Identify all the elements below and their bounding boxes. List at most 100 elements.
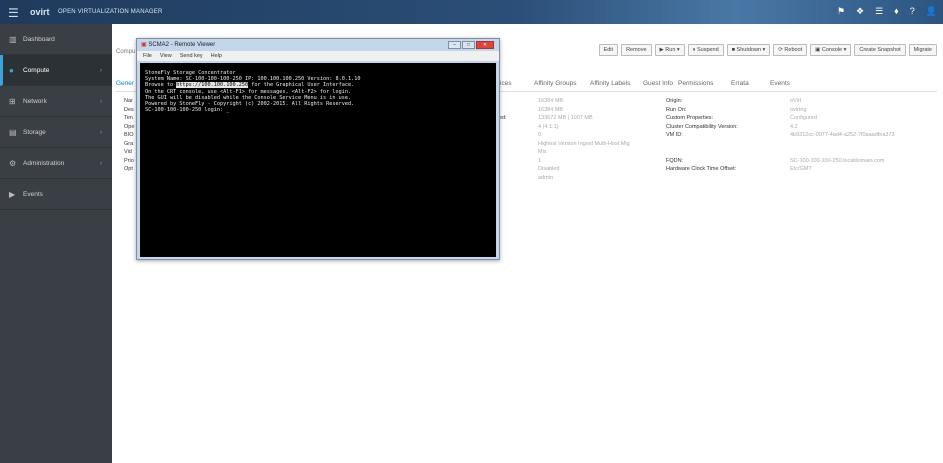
breadcrumb[interactable]: Compu — [116, 49, 135, 55]
detail-label: Cluster Compatibility Version: — [666, 123, 738, 130]
tab-affinity-groups[interactable]: Affinity Groups — [534, 80, 577, 87]
sidebar-item-label: Network — [23, 97, 47, 105]
detail-label: Origin: — [666, 98, 683, 104]
detail-value: SC-100-100-100-250.localdomain.com — [790, 157, 885, 164]
detail-value: 16384 MB — [538, 106, 564, 113]
action-button[interactable]: Remove — [621, 44, 652, 56]
menu-send-key[interactable]: Send key — [180, 53, 203, 59]
general-right-values: oVirt ovirtng Configured 4.2 4b9312cc-0077-4… — [790, 98, 895, 175]
detail-value: oVirt — [790, 98, 802, 104]
tab-gener[interactable]: Gener — [116, 80, 134, 87]
product-name: OPEN VIRTUALIZATION MANAGER — [58, 9, 163, 15]
administration-icon: ⚙ — [9, 158, 17, 168]
detail-value: 133672 MB | 1007 MB — [538, 115, 593, 121]
detail-value: Disabled — [538, 166, 560, 172]
detail-label: Run On: — [666, 106, 687, 113]
general-right-labels: Origin: Run On: Custom Properties: Cluster … — [666, 98, 738, 175]
menu-view[interactable]: View — [160, 53, 172, 59]
detail-label: Ten — [124, 115, 133, 121]
network-icon: ⊞ — [9, 96, 16, 106]
detail-label: Custom Properties: — [666, 115, 714, 121]
detail-label: Prio — [124, 157, 134, 164]
detail-label: Des — [124, 106, 134, 113]
hamburger-menu-icon[interactable]: ☰ — [8, 6, 19, 20]
detail-value: Highest Version Ingest Multi-Host Mig — [538, 140, 630, 147]
window-title: ▣ SCMA2 - Remote Viewer — [141, 42, 216, 48]
action-button[interactable]: Edit — [598, 44, 619, 56]
minimize-button[interactable]: – — [448, 41, 461, 49]
sidebar-item-administration[interactable]: ⚙ Administration › — [0, 148, 112, 179]
topbar-icons: ⚑ ❖ ☰ ♦? 👤 — [837, 6, 937, 17]
detail-label: Hardware Clock Time Offset: — [666, 166, 737, 172]
detail-label: Opt — [124, 166, 133, 172]
detail-value: 16384 MB — [538, 98, 564, 104]
detail-label — [666, 141, 738, 150]
chevron-right-icon: › — [99, 128, 102, 136]
action-button[interactable]: ■ Shutdown ▾ — [726, 44, 771, 56]
chevron-right-icon: › — [99, 159, 102, 167]
detail-value — [790, 149, 895, 158]
sidebar-item-network[interactable]: ⊞ Network › — [0, 86, 112, 117]
top-navbar: ☰ ovirt OPEN VIRTUALIZATION MANAGER ⚑ ❖ ☰ ♦… — [0, 0, 943, 24]
detail-label — [666, 149, 738, 158]
menu-file[interactable]: File — [143, 53, 152, 59]
dashboard-icon: ▥ — [9, 34, 17, 44]
close-button[interactable]: ✕ — [476, 41, 494, 49]
console-login-prompt: SC-100-100-100-250 login: _ — [145, 107, 230, 114]
action-toolbar: Edit Remove ▶ Run ▾ ⏸ Suspend ■ Shutdown ▾ ⟳ … — [598, 44, 937, 56]
detail-value: 0 — [538, 132, 542, 138]
vm-console-screen[interactable]: StoneFly Storage Concentrator System Nam… — [140, 63, 496, 257]
detail-value — [790, 141, 895, 150]
sidebar-item-dashboard[interactable]: ▥ Dashboard — [0, 24, 112, 55]
sidebar-item-compute[interactable]: ● Compute › — [0, 55, 112, 86]
detail-label: VM ID: — [666, 132, 683, 138]
sidebar-item-label: Dashboard — [23, 35, 55, 43]
menu-help[interactable]: Help — [211, 53, 222, 59]
sidebar-item-label: Storage — [23, 128, 46, 136]
user-icon[interactable]: 👤 — [926, 6, 937, 17]
detail-value: Configured — [790, 115, 817, 121]
events-icon: ▶ — [9, 189, 16, 199]
tab-events[interactable]: Events — [770, 80, 790, 87]
detail-label: FQDN: — [666, 157, 684, 164]
help-icon[interactable]: ? — [910, 6, 915, 17]
flag-icon[interactable]: ⚑ — [837, 6, 845, 17]
detail-value: admin — [538, 174, 553, 181]
tab-guest-info[interactable]: Guest Info — [643, 80, 673, 87]
action-button[interactable]: ⏸ Suspend — [687, 44, 724, 56]
action-button[interactable]: ▣ Console ▾ — [810, 44, 852, 56]
sidebar: ▥ Dashboard ● Compute › ⊞ Network › ▤ Storage › ⚙ Ad… — [0, 24, 112, 463]
action-button[interactable]: Create Snapshot — [854, 44, 906, 56]
remote-viewer-window[interactable]: ▣ SCMA2 - Remote Viewer – □ ✕ File View … — [136, 38, 500, 260]
detail-label: Gra — [124, 140, 134, 147]
bookmark-icon[interactable]: ❖ — [856, 6, 864, 17]
tab-errata[interactable]: Errata — [731, 80, 749, 87]
detail-value: Etc/GMT — [790, 166, 812, 172]
detail-value: 4b9312cc-0077-4ad4-a252-7f0aaadfea373 — [790, 132, 895, 138]
tab-affinity-labels[interactable]: Affinity Labels — [590, 80, 630, 87]
sidebar-item-label: Events — [23, 190, 43, 198]
remote-viewer-icon: ▣ — [141, 42, 147, 48]
tasks-icon[interactable]: ☰ — [875, 6, 883, 17]
chevron-right-icon: › — [99, 97, 102, 105]
tab-ices[interactable]: ices — [500, 80, 512, 87]
general-mid-values: 16384 MB 16384 MB 133672 MB | 1007 MB 4 (4:… — [538, 98, 630, 183]
detail-value: 4 (4:1:1) — [538, 123, 559, 130]
bell-icon[interactable]: ♦ — [894, 6, 899, 17]
detail-value: Mix — [538, 149, 547, 155]
maximize-button[interactable]: □ — [462, 41, 475, 49]
detail-value: 1 — [538, 157, 542, 164]
tab-permissions[interactable]: Permissions — [678, 80, 713, 87]
sidebar-item-storage[interactable]: ▤ Storage › — [0, 117, 112, 148]
general-left-labels: Nar Des Ten Ope BIO Gra Vid Prio Opt — [124, 98, 134, 175]
action-button[interactable]: Migrate — [908, 44, 937, 56]
sidebar-item-events[interactable]: ▶ Events — [0, 179, 112, 210]
storage-icon: ▤ — [9, 127, 17, 137]
detail-value: 4.2 — [790, 123, 798, 130]
viewer-menubar: File View Send key Help — [137, 51, 499, 61]
action-button[interactable]: ⟳ Reboot — [773, 44, 808, 56]
chevron-right-icon: › — [99, 66, 102, 74]
sidebar-item-label: Administration — [23, 159, 65, 167]
detail-label: BIO — [124, 132, 134, 138]
action-button[interactable]: ▶ Run ▾ — [654, 44, 685, 56]
